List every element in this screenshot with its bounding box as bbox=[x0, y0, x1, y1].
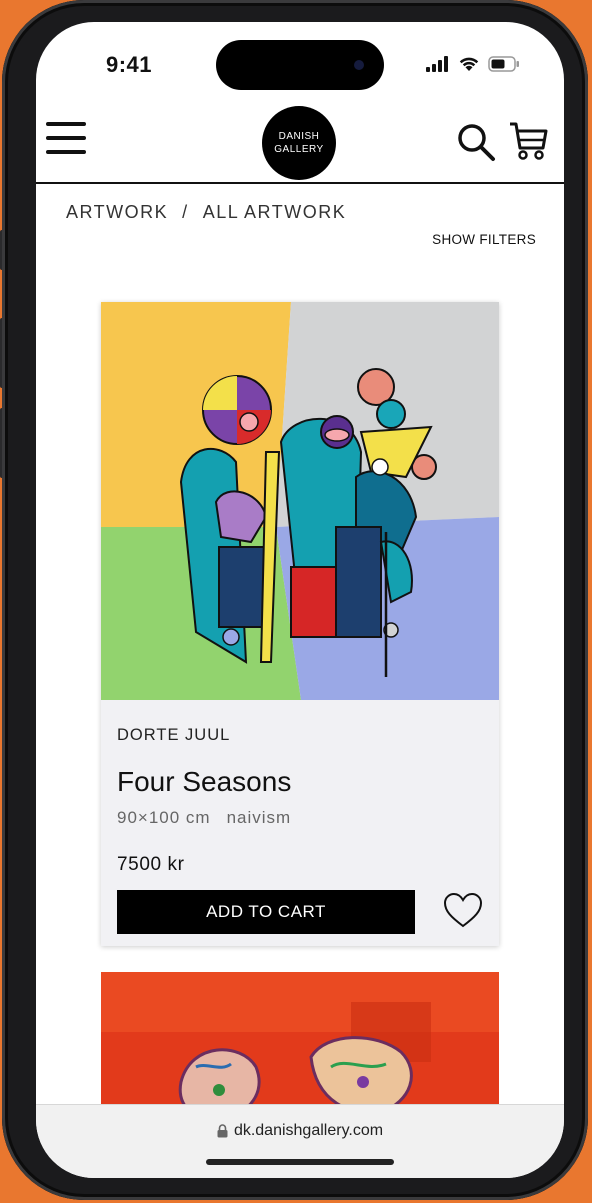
artwork-title[interactable]: Four Seasons bbox=[117, 766, 291, 798]
artwork-specs: 90×100 cm naivism bbox=[117, 808, 291, 828]
artwork-price: 7500 kr bbox=[117, 854, 185, 875]
home-indicator[interactable] bbox=[206, 1159, 394, 1165]
camera-icon bbox=[354, 60, 364, 70]
breadcrumb-all-artwork[interactable]: ALL ARTWORK bbox=[203, 202, 347, 223]
product-card[interactable]: DORTE JUUL Four Seasons 90×100 cm naivis… bbox=[101, 302, 499, 946]
phone-frame: 9:41 DANISH GALLERY ARTWORK / ALL ARTWOR… bbox=[2, 0, 588, 1200]
battery-icon bbox=[488, 56, 519, 72]
status-time: 9:41 bbox=[106, 52, 153, 77]
artwork-style: naivism bbox=[226, 808, 292, 827]
artwork-image[interactable] bbox=[101, 302, 499, 700]
logo-line-1: DANISH bbox=[278, 131, 320, 142]
wifi-icon bbox=[459, 57, 479, 71]
url-text: dk.danishgallery.com bbox=[233, 1122, 384, 1139]
add-to-cart-button[interactable]: ADD TO CART bbox=[117, 890, 415, 934]
lock-icon bbox=[217, 1124, 228, 1138]
browser-address-bar: dk.danishgallery.com bbox=[36, 1104, 564, 1178]
hamburger-menu-icon[interactable] bbox=[46, 122, 86, 158]
dynamic-island bbox=[216, 40, 384, 90]
breadcrumb-separator: / bbox=[182, 202, 189, 222]
show-filters-button[interactable]: SHOW FILTERS bbox=[432, 232, 536, 247]
status-icons bbox=[426, 56, 520, 72]
screen: 9:41 DANISH GALLERY ARTWORK / ALL ARTWOR… bbox=[36, 22, 564, 1178]
cart-icon[interactable] bbox=[508, 120, 548, 162]
search-icon[interactable] bbox=[456, 122, 496, 162]
breadcrumb: ARTWORK / ALL ARTWORK bbox=[66, 202, 346, 223]
url-field[interactable]: dk.danishgallery.com bbox=[36, 1122, 564, 1140]
heart-icon[interactable] bbox=[443, 892, 483, 930]
logo-line-2: GALLERY bbox=[274, 144, 324, 155]
site-header: DANISH GALLERY bbox=[36, 100, 564, 184]
danish-gallery-logo[interactable]: DANISH GALLERY bbox=[262, 106, 336, 180]
cellular-signal-icon bbox=[426, 56, 448, 72]
breadcrumb-artwork[interactable]: ARTWORK bbox=[66, 202, 168, 223]
artist-name[interactable]: DORTE JUUL bbox=[117, 726, 230, 745]
artwork-size: 90×100 cm bbox=[117, 808, 211, 827]
